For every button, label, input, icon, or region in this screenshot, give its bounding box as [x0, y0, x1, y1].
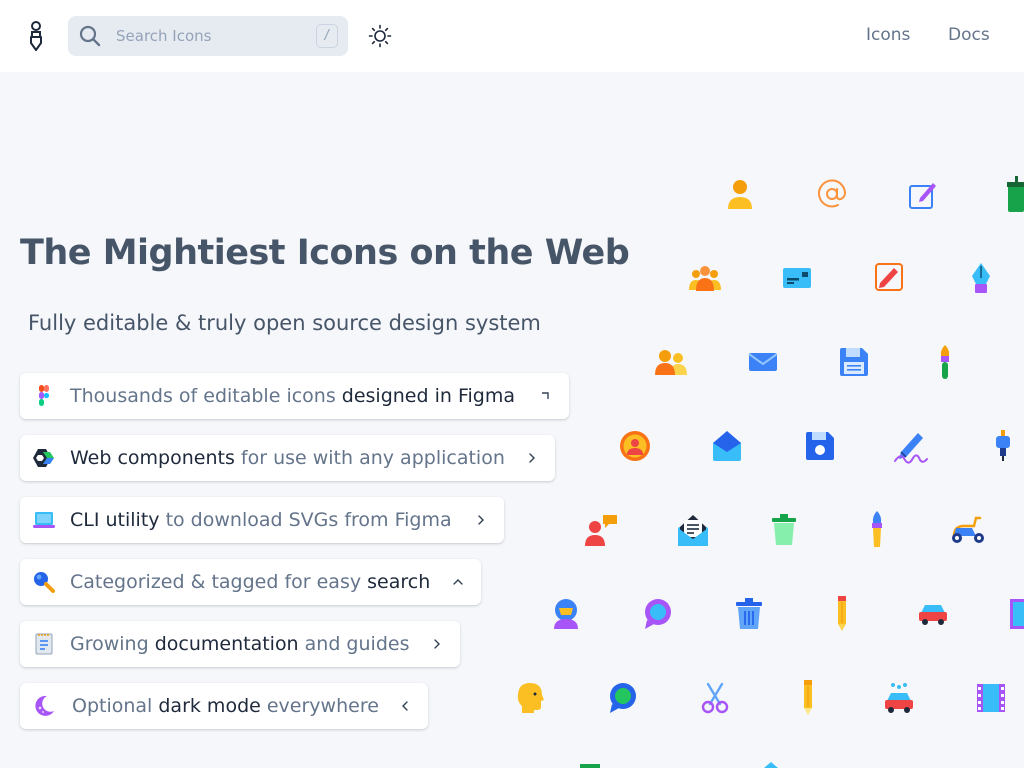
search-icon	[79, 25, 101, 47]
pencil-icon	[838, 596, 846, 631]
chat-bubble-icon	[645, 599, 671, 629]
mail-icon	[748, 353, 778, 371]
search-shortcut-key: /	[316, 24, 338, 48]
users-icon	[655, 350, 687, 375]
brush-icon	[872, 511, 882, 547]
sun-icon[interactable]	[368, 24, 392, 48]
hand-mixer-icon	[996, 430, 1010, 461]
astronaut-icon	[554, 599, 578, 629]
search-box[interactable]: Search Icons /	[68, 16, 348, 56]
mail-open-icon	[713, 431, 741, 461]
mighty-logo-icon[interactable]	[24, 20, 48, 52]
chevron-right-icon	[478, 515, 484, 525]
car-icon	[919, 605, 947, 625]
chevron-right-icon	[529, 453, 535, 463]
feature-text: Growing documentation and guides	[70, 633, 410, 655]
paint-brush-icon	[940, 345, 950, 379]
signature-icon	[894, 433, 928, 464]
feature-card-search[interactable]: Categorized & tagged for easy search	[20, 559, 481, 605]
external-link-icon	[542, 392, 549, 399]
partial-icon	[764, 762, 778, 768]
partial-icon	[580, 764, 600, 768]
film-icon	[1010, 599, 1024, 629]
hero-title: The Mightiest Icons on the Web	[20, 233, 630, 273]
feature-text: CLI utility to download SVGs from Figma	[70, 509, 452, 531]
top-header: Search Icons / Icons Docs	[0, 0, 1024, 72]
feature-card-dark-mode[interactable]: Optional dark mode everywhere	[20, 683, 428, 729]
user-icon	[728, 180, 752, 209]
scissors-icon	[701, 682, 729, 714]
web-components-icon	[33, 449, 54, 467]
film-strip-icon	[977, 684, 1005, 712]
floppy-disk-icon	[840, 348, 868, 376]
feature-text: Web components for use with any applicat…	[70, 447, 505, 469]
mail-letter-icon	[678, 515, 708, 546]
feature-text: Categorized & tagged for easy search	[70, 571, 431, 593]
feature-card-figma[interactable]: Thousands of editable icons designed in …	[20, 373, 569, 419]
trash-icon	[736, 598, 762, 629]
feature-text: Optional dark mode everywhere	[72, 695, 379, 717]
feature-card-cli[interactable]: CLI utility to download SVGs from Figma	[20, 497, 504, 543]
nav-link-icons[interactable]: Icons	[866, 25, 910, 45]
chevron-up-icon	[453, 579, 463, 585]
nav-link-docs[interactable]: Docs	[948, 25, 990, 45]
pen-nib-icon	[972, 263, 990, 293]
head-profile-icon	[517, 683, 544, 713]
comment-icon	[610, 683, 636, 713]
document-icon	[35, 633, 53, 655]
chevron-right-icon	[434, 639, 440, 649]
feature-card-documentation[interactable]: Growing documentation and guides	[20, 621, 460, 667]
trash-can-icon	[772, 514, 796, 545]
user-circle-icon	[620, 431, 650, 461]
search-icon	[34, 572, 55, 593]
pencil-square-icon	[875, 263, 903, 291]
user-chat-icon	[585, 515, 617, 546]
hero-subtitle: Fully editable & truly open source desig…	[28, 311, 541, 335]
search-input[interactable]: Search Icons	[116, 27, 211, 45]
chevron-left-icon	[402, 701, 408, 711]
cup-icon	[1007, 176, 1024, 212]
edit-icon	[909, 183, 936, 209]
users-group-icon	[689, 266, 721, 291]
moon-icon	[35, 695, 54, 716]
pencil-yellow-icon	[804, 680, 812, 715]
feature-card-web-components[interactable]: Web components for use with any applicat…	[20, 435, 555, 481]
id-card-icon	[783, 268, 811, 288]
scooter-icon	[952, 516, 984, 543]
car-wash-icon	[885, 683, 913, 713]
laptop-icon	[33, 512, 55, 528]
feature-text: Thousands of editable icons designed in …	[70, 385, 515, 407]
figma-icon	[39, 385, 50, 406]
save-icon	[806, 432, 834, 460]
at-sign-icon	[818, 179, 847, 208]
